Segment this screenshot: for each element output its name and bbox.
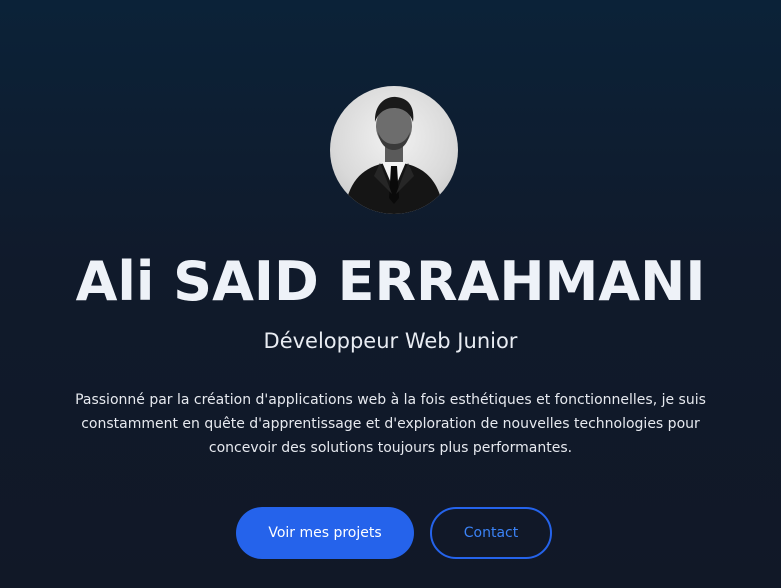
hero-role: Développeur Web Junior [263,329,518,353]
profile-avatar [330,86,458,214]
hero-section: Ali SAID ERRAHMANI Développeur Web Junio… [0,0,781,588]
contact-button[interactable]: Contact [430,507,552,559]
view-projects-button[interactable]: Voir mes projets [236,507,414,559]
profile-photo-icon [344,96,444,214]
hero-bio: Passionné par la création d'applications… [75,392,706,456]
hero-name: Ali SAID ERRAHMANI [75,250,706,313]
hero-actions: Voir mes projets Contact [0,507,781,559]
